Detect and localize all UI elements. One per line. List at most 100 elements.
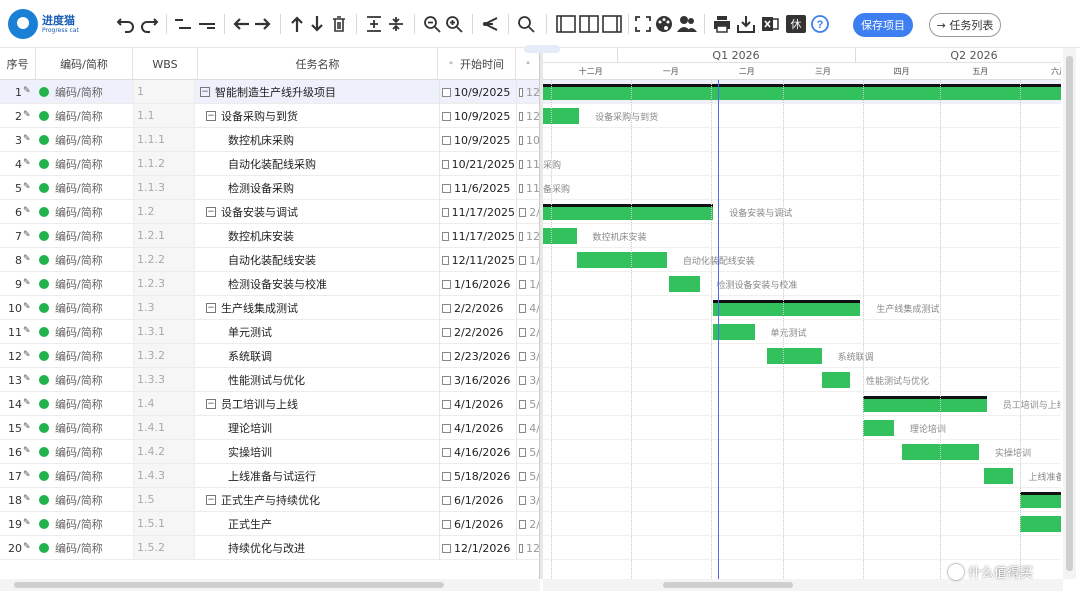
checkbox[interactable] bbox=[442, 399, 451, 409]
task-bar[interactable] bbox=[543, 228, 577, 244]
layout-3-icon[interactable] bbox=[601, 12, 623, 36]
header-wbs[interactable]: WBS bbox=[133, 48, 198, 80]
save-project-button[interactable]: 保存项目 bbox=[853, 13, 913, 37]
checkbox[interactable] bbox=[519, 159, 523, 169]
wbs-cell[interactable]: 1.4 bbox=[133, 392, 195, 415]
task-name-cell[interactable]: 正式生产 bbox=[198, 512, 436, 536]
code-cell[interactable]: 编码/简称 bbox=[55, 128, 131, 152]
checkbox[interactable] bbox=[519, 183, 523, 193]
code-cell[interactable]: 编码/简称 bbox=[55, 320, 131, 344]
task-name-cell[interactable]: − 智能制造生产线升级项目 bbox=[198, 80, 436, 104]
checkbox[interactable] bbox=[519, 231, 523, 241]
code-cell[interactable]: 编码/简称 bbox=[55, 200, 131, 224]
end-date-cell[interactable]: 3/ bbox=[516, 488, 539, 512]
checkbox[interactable] bbox=[519, 207, 527, 217]
checkbox[interactable] bbox=[442, 519, 451, 529]
collapse-toggle-icon[interactable]: − bbox=[206, 495, 216, 505]
code-cell[interactable]: 编码/简称 bbox=[55, 104, 131, 128]
layout-2-icon[interactable] bbox=[578, 12, 600, 36]
checkbox[interactable] bbox=[519, 303, 527, 313]
team-icon[interactable] bbox=[676, 12, 698, 36]
wbs-cell[interactable]: 1.3.2 bbox=[133, 344, 195, 367]
task-name-cell[interactable]: 检测设备采购 bbox=[198, 176, 436, 200]
code-cell[interactable]: 编码/简称 bbox=[55, 296, 131, 320]
task-name-cell[interactable]: − 员工培训与上线 bbox=[198, 392, 436, 416]
task-name-cell[interactable]: 性能测试与优化 bbox=[198, 368, 436, 392]
checkbox[interactable] bbox=[442, 255, 449, 265]
table-row[interactable]: 11 ✎ 编码/简称 1.3.1 单元测试 2/2/2026 2/ bbox=[0, 320, 539, 344]
checkbox[interactable] bbox=[442, 231, 449, 241]
edit-pencil-icon[interactable]: ✎ bbox=[23, 302, 31, 312]
end-date-cell[interactable]: 5/ bbox=[516, 440, 539, 464]
wbs-cell[interactable]: 1.3.3 bbox=[133, 368, 195, 391]
edit-pencil-icon[interactable]: ✎ bbox=[23, 374, 31, 384]
start-date-cell[interactable]: 3/16/2026 bbox=[439, 368, 515, 392]
outdent-icon[interactable] bbox=[196, 12, 218, 36]
edit-pencil-icon[interactable]: ✎ bbox=[23, 158, 31, 168]
wbs-cell[interactable]: 1.4.3 bbox=[133, 464, 195, 487]
checkbox[interactable] bbox=[442, 207, 449, 217]
checkbox[interactable] bbox=[519, 423, 527, 433]
edit-pencil-icon[interactable]: ✎ bbox=[23, 134, 31, 144]
start-date-cell[interactable]: 6/1/2026 bbox=[439, 488, 515, 512]
end-date-cell[interactable]: 3/ bbox=[516, 344, 539, 368]
end-date-cell[interactable]: 1/ bbox=[516, 272, 539, 296]
table-row[interactable]: 1 ✎ 编码/简称 1 − 智能制造生产线升级项目 10/9/2025 12 bbox=[0, 80, 539, 104]
task-bar[interactable] bbox=[543, 108, 580, 124]
end-date-cell[interactable]: 3/ bbox=[516, 368, 539, 392]
checkbox[interactable] bbox=[442, 111, 451, 121]
end-date-cell[interactable]: 4/ bbox=[516, 296, 539, 320]
header-code[interactable]: 编码/简称 bbox=[36, 48, 133, 80]
edit-pencil-icon[interactable]: ✎ bbox=[23, 398, 31, 408]
task-bar[interactable] bbox=[821, 372, 850, 388]
code-cell[interactable]: 编码/简称 bbox=[55, 488, 131, 512]
task-bar[interactable] bbox=[1020, 516, 1061, 532]
checkbox[interactable] bbox=[442, 279, 451, 289]
code-cell[interactable]: 编码/简称 bbox=[55, 248, 131, 272]
end-date-cell[interactable]: 2/ bbox=[516, 200, 539, 224]
task-name-cell[interactable]: 自动化装配线安装 bbox=[198, 248, 436, 272]
checkbox[interactable] bbox=[519, 111, 523, 121]
task-name-cell[interactable]: − 设备采购与到货 bbox=[198, 104, 436, 128]
wbs-cell[interactable]: 1.2.2 bbox=[133, 248, 195, 271]
checkbox[interactable] bbox=[519, 447, 527, 457]
start-date-cell[interactable]: 5/18/2026 bbox=[439, 464, 515, 488]
table-row[interactable]: 17 ✎ 编码/简称 1.4.3 上线准备与试运行 5/18/2026 5/ bbox=[0, 464, 539, 488]
end-date-cell[interactable]: 12 bbox=[516, 224, 539, 248]
end-date-cell[interactable]: 1/ bbox=[516, 248, 539, 272]
checkbox[interactable] bbox=[442, 495, 451, 505]
search-icon[interactable] bbox=[516, 12, 536, 36]
summary-task-bar[interactable] bbox=[713, 300, 861, 316]
header-start[interactable]: * 开始时间 bbox=[438, 48, 516, 80]
wbs-cell[interactable]: 1.2.3 bbox=[133, 272, 195, 295]
checkbox[interactable] bbox=[519, 255, 527, 265]
start-date-cell[interactable]: 2/2/2026 bbox=[439, 320, 515, 344]
checkbox[interactable] bbox=[442, 423, 451, 433]
code-cell[interactable]: 编码/简称 bbox=[55, 224, 131, 248]
table-row[interactable]: 3 ✎ 编码/简称 1.1.1 数控机床采购 10/9/2025 10 bbox=[0, 128, 539, 152]
collapse-toggle-icon[interactable]: − bbox=[200, 87, 210, 97]
code-cell[interactable]: 编码/简称 bbox=[55, 416, 131, 440]
wbs-cell[interactable]: 1.4.2 bbox=[133, 440, 195, 463]
code-cell[interactable]: 编码/简称 bbox=[55, 536, 131, 560]
edit-pencil-icon[interactable]: ✎ bbox=[23, 350, 31, 360]
collapse-toggle-icon[interactable]: − bbox=[206, 207, 216, 217]
end-date-cell[interactable]: 2/ bbox=[516, 320, 539, 344]
checkbox[interactable] bbox=[519, 399, 527, 409]
checkbox[interactable] bbox=[519, 87, 523, 97]
start-date-cell[interactable]: 12/1/2026 bbox=[439, 536, 515, 560]
start-date-cell[interactable]: 6/1/2026 bbox=[439, 512, 515, 536]
vertical-scrollbar[interactable] bbox=[1063, 48, 1076, 579]
edit-pencil-icon[interactable]: ✎ bbox=[23, 518, 31, 528]
table-row[interactable]: 13 ✎ 编码/简称 1.3.3 性能测试与优化 3/16/2026 3/ bbox=[0, 368, 539, 392]
table-row[interactable]: 4 ✎ 编码/简称 1.1.2 自动化装配线采购 10/21/2025 11 bbox=[0, 152, 539, 176]
logo[interactable]: 进度猫 Progress cat bbox=[8, 9, 79, 39]
task-name-cell[interactable]: − 设备安装与调试 bbox=[198, 200, 436, 224]
start-date-cell[interactable]: 4/1/2026 bbox=[439, 392, 515, 416]
table-row[interactable]: 5 ✎ 编码/简称 1.1.3 检测设备采购 11/6/2025 11 bbox=[0, 176, 539, 200]
end-date-cell[interactable]: 11 bbox=[516, 152, 539, 176]
task-bar[interactable] bbox=[984, 468, 1013, 484]
expand-icon[interactable] bbox=[364, 12, 384, 36]
move-up-icon[interactable] bbox=[288, 12, 306, 36]
wbs-cell[interactable]: 1.1 bbox=[133, 104, 195, 127]
